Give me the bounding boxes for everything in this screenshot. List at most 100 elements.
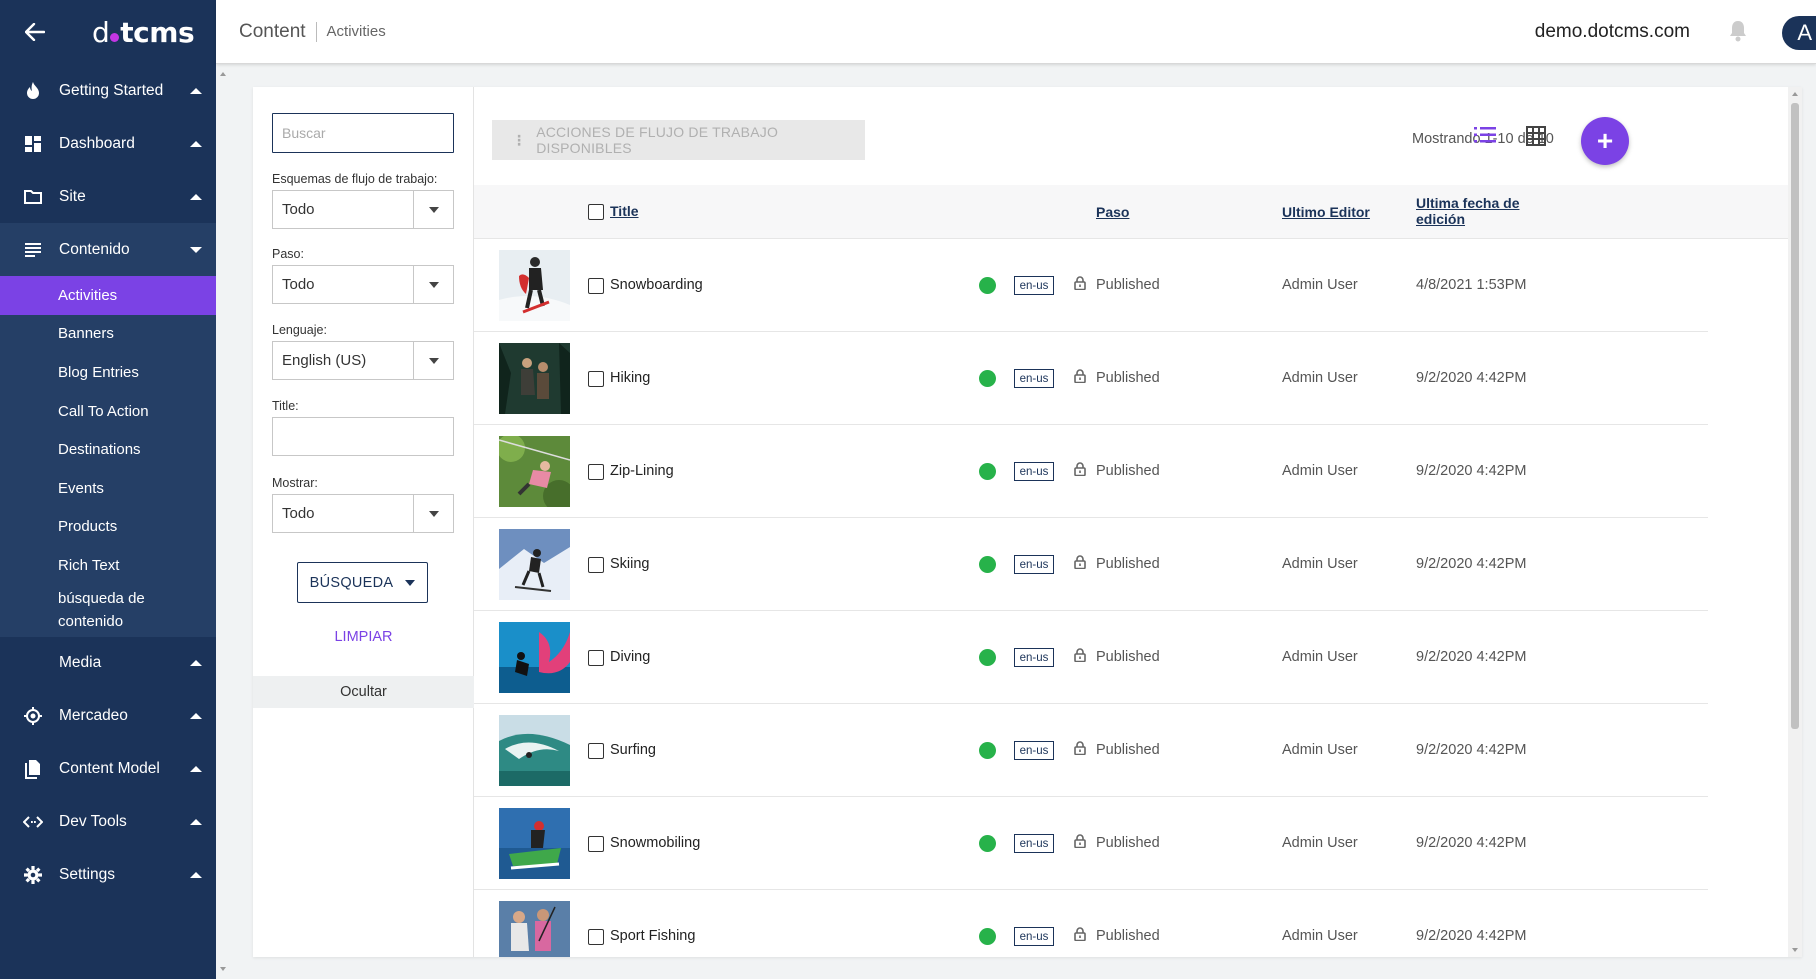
nav-content-model[interactable]: Content Model (0, 743, 216, 796)
step-dropdown[interactable]: Todo (272, 265, 454, 304)
caret-up-icon (190, 872, 202, 879)
clear-link[interactable]: LIMPIAR (253, 629, 474, 645)
nav-label: Site (59, 187, 86, 205)
dotcms-logo[interactable]: d tcms (92, 16, 195, 49)
row-checkbox[interactable] (588, 929, 604, 945)
thumbnail-image (499, 901, 570, 957)
select-all-checkbox[interactable] (588, 204, 604, 220)
lock-icon (1074, 369, 1086, 388)
back-arrow-icon[interactable] (22, 19, 48, 45)
row-checkbox[interactable] (588, 743, 604, 759)
caret-up-icon (190, 193, 202, 200)
column-header-title[interactable]: Title (610, 203, 639, 219)
scroll-down-arrow-icon[interactable] (220, 967, 226, 971)
search-input[interactable]: Buscar (272, 113, 454, 153)
row-date: 9/2/2020 4:42PM (1416, 835, 1527, 851)
nav-settings[interactable]: Settings (0, 849, 216, 902)
nav-mercadeo[interactable]: Mercadeo (0, 690, 216, 743)
sidebar-item-rich-text[interactable]: Rich Text (0, 546, 216, 585)
list-view-icon[interactable] (1474, 126, 1496, 149)
language-badge: en-us (1014, 834, 1054, 853)
table-row[interactable]: Sport Fishing en-us Published Admin User… (474, 890, 1802, 957)
sidebar-item-events[interactable]: Events (0, 469, 216, 508)
scroll-down-arrow-icon[interactable] (1792, 948, 1798, 952)
status-published-icon (979, 370, 996, 387)
row-checkbox[interactable] (588, 464, 604, 480)
sidebar-item-call-to-action[interactable]: Call To Action (0, 392, 216, 431)
table-row[interactable]: Diving en-us Published Admin User 9/2/20… (474, 611, 1802, 704)
nav-getting-started[interactable]: Getting Started (0, 64, 216, 117)
breadcrumb-content[interactable]: Content (239, 21, 306, 43)
row-editor: Admin User (1282, 463, 1358, 479)
row-title[interactable]: Sport Fishing (610, 928, 695, 944)
grid-view-icon[interactable] (1526, 126, 1546, 151)
title-input[interactable] (272, 417, 454, 456)
row-checkbox[interactable] (588, 371, 604, 387)
workflow-actions-button[interactable]: ⋮ ACCIONES DE FLUJO DE TRABAJO DISPONIBL… (492, 120, 865, 160)
lock-icon (1074, 834, 1086, 853)
column-header-date[interactable]: Ultima fecha de edición (1416, 195, 1519, 227)
language-dropdown[interactable]: English (US) (272, 341, 454, 380)
row-editor: Admin User (1282, 649, 1358, 665)
row-step: Published (1096, 742, 1160, 758)
row-checkbox[interactable] (588, 557, 604, 573)
nav-contenido[interactable]: Contenido (0, 223, 216, 276)
page-scrollbar[interactable] (216, 64, 230, 979)
scroll-up-arrow-icon[interactable] (220, 72, 226, 76)
title-label: Title: (272, 399, 299, 413)
column-header-step[interactable]: Paso (1096, 204, 1129, 220)
row-editor: Admin User (1282, 370, 1358, 386)
bell-icon[interactable] (1728, 20, 1748, 47)
sidebar-item-destinations[interactable]: Destinations (0, 430, 216, 469)
table-row[interactable]: Zip-Lining en-us Published Admin User 9/… (474, 425, 1802, 518)
row-checkbox[interactable] (588, 278, 604, 294)
nav-dashboard[interactable]: Dashboard (0, 117, 216, 170)
sidebar-item-banners[interactable]: Banners (0, 315, 216, 354)
scroll-up-arrow-icon[interactable] (1792, 92, 1798, 96)
row-date: 4/8/2021 1:53PM (1416, 277, 1527, 293)
sidebar-item-products[interactable]: Products (0, 508, 216, 547)
show-dropdown[interactable]: Todo (272, 494, 454, 533)
table-row[interactable]: Surfing en-us Published Admin User 9/2/2… (474, 704, 1802, 797)
sidebar-item-activities[interactable]: Activities (0, 276, 216, 315)
avatar[interactable]: A (1782, 16, 1816, 50)
hide-filters-button[interactable]: Ocultar (253, 676, 474, 708)
lock-icon (1074, 741, 1086, 760)
sidebar-item-blog-entries[interactable]: Blog Entries (0, 353, 216, 392)
table-row[interactable]: Hiking en-us Published Admin User 9/2/20… (474, 332, 1802, 425)
nav-label: Getting Started (59, 81, 164, 99)
row-date: 9/2/2020 4:42PM (1416, 370, 1527, 386)
gear-icon (22, 864, 44, 886)
search-button[interactable]: BÚSQUEDA (297, 562, 428, 603)
column-header-editor[interactable]: Ultimo Editor (1282, 204, 1370, 220)
nav-site[interactable]: Site (0, 170, 216, 223)
thumbnail-image (499, 343, 570, 414)
table-row[interactable]: Snowboarding en-us Published Admin User … (474, 239, 1802, 332)
logo-dot (110, 32, 120, 42)
workflow-dropdown[interactable]: Todo (272, 190, 454, 229)
status-published-icon (979, 463, 996, 480)
row-title[interactable]: Snowmobiling (610, 835, 700, 851)
nav-media[interactable]: Media (0, 637, 216, 690)
row-title[interactable]: Diving (610, 649, 650, 665)
row-title[interactable]: Zip-Lining (610, 463, 674, 479)
step-value: Todo (282, 276, 315, 293)
flame-icon (22, 80, 44, 102)
sidebar-item-busqueda-de-contenido[interactable]: búsqueda de contenido (0, 585, 216, 635)
table-row[interactable]: Skiing en-us Published Admin User 9/2/20… (474, 518, 1802, 611)
add-content-button[interactable]: + (1581, 117, 1629, 165)
row-title[interactable]: Surfing (610, 742, 656, 758)
row-title[interactable]: Snowboarding (610, 277, 703, 293)
row-title[interactable]: Skiing (610, 556, 650, 572)
column-header-date-line2: edición (1416, 211, 1466, 227)
dropdown-arrow-icon (413, 191, 453, 228)
language-badge: en-us (1014, 648, 1054, 667)
list-scrollbar[interactable] (1788, 87, 1802, 957)
row-checkbox[interactable] (588, 836, 604, 852)
row-checkbox[interactable] (588, 650, 604, 666)
table-row[interactable]: Snowmobiling en-us Published Admin User … (474, 797, 1802, 890)
row-title[interactable]: Hiking (610, 370, 650, 386)
scrollbar-thumb[interactable] (1791, 103, 1799, 729)
site-selector[interactable]: demo.dotcms.com (1535, 21, 1690, 43)
nav-dev-tools[interactable]: Dev Tools (0, 796, 216, 849)
